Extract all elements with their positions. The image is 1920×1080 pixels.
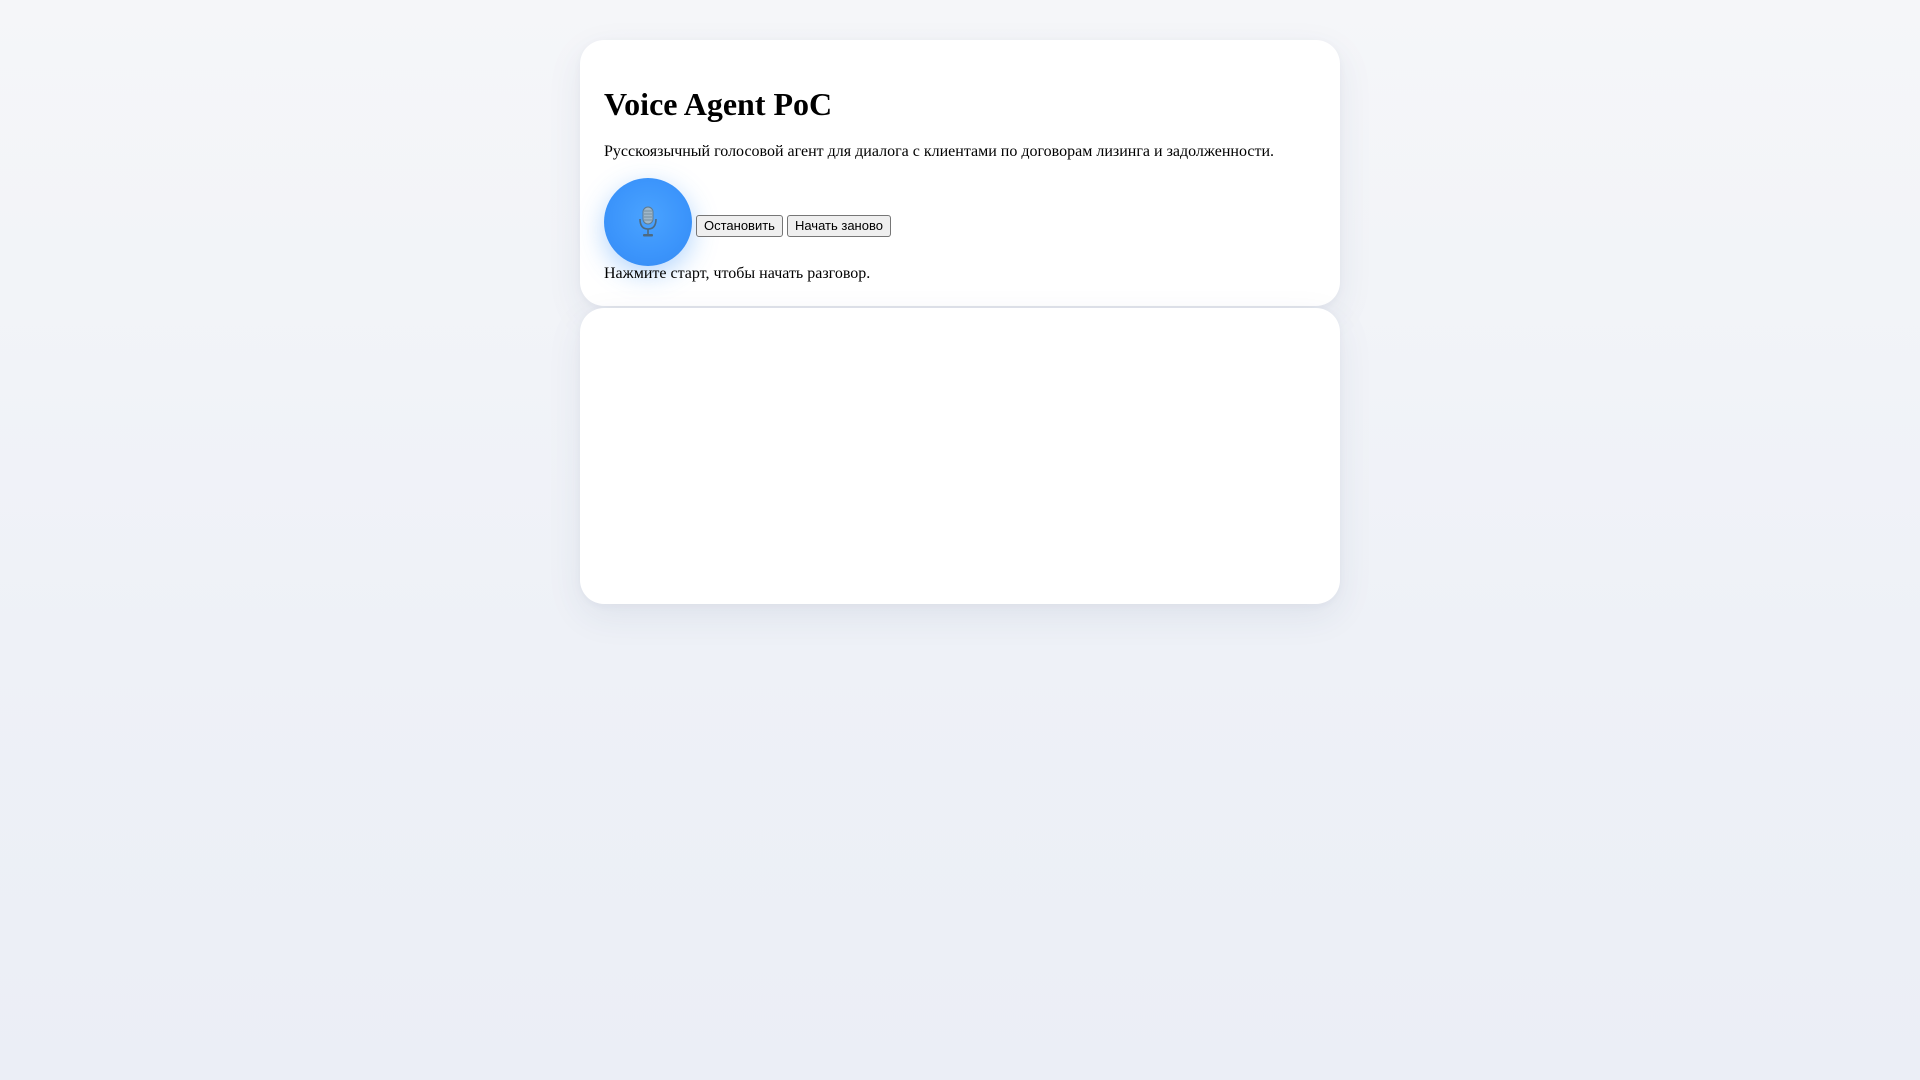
restart-button[interactable]: Начать заново <box>786 215 891 237</box>
page-title: Voice Agent PoC <box>604 86 833 122</box>
microphone-icon <box>639 206 657 237</box>
stop-button[interactable]: Остановить <box>696 215 783 237</box>
mic-start-button[interactable] <box>604 178 692 266</box>
transcript-panel <box>580 308 1340 604</box>
controls-row: Остановить Начать заново <box>604 178 891 266</box>
page-subtitle: Русскоязычный голосовой агент для диалог… <box>604 143 1275 160</box>
status-text: Нажмите старт, чтобы начать разговор. <box>604 265 871 282</box>
